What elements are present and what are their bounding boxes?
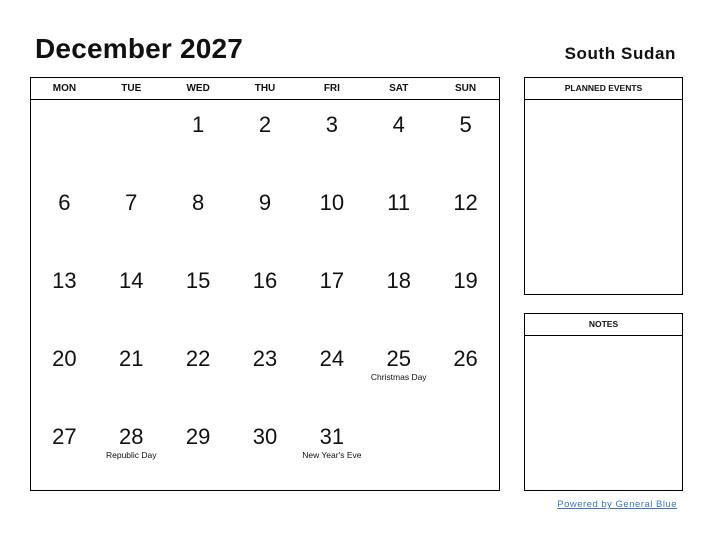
day-number: 21 — [119, 346, 144, 371]
weekday-wed: WED — [186, 83, 210, 94]
day-cell: 12 — [432, 178, 499, 256]
day-number: 25 — [386, 346, 411, 371]
day-number: 12 — [453, 190, 478, 215]
planned-events-heading: PLANNED EVENTS — [525, 78, 682, 100]
day-cell: 25 Christmas Day — [365, 334, 432, 412]
planned-events-panel: PLANNED EVENTS — [524, 77, 683, 295]
day-cell: 8 — [165, 178, 232, 256]
day-number: 1 — [192, 112, 205, 137]
day-number: 26 — [453, 346, 478, 371]
day-cell: 29 — [165, 412, 232, 490]
day-cell: 28 Republic Day — [98, 412, 165, 490]
day-number: 2 — [258, 112, 272, 137]
day-number: 8 — [192, 190, 205, 215]
day-number: 18 — [386, 268, 411, 293]
weekday-mon: MON — [52, 83, 77, 94]
day-number: 15 — [185, 268, 211, 293]
day-number: 16 — [252, 268, 278, 293]
day-number: 28 — [119, 424, 144, 449]
notes-heading: NOTES — [525, 314, 682, 336]
weekday-tue: TUE — [121, 83, 142, 94]
day-cell: 31 New Year's Eve — [298, 412, 365, 490]
day-number: 6 — [58, 190, 71, 215]
day-cell: 19 — [432, 256, 499, 334]
day-cell: 11 — [365, 178, 432, 256]
day-number: 19 — [453, 268, 478, 293]
holiday-label: New Year's Eve — [302, 450, 362, 460]
weekday-sat: SAT — [389, 83, 409, 94]
day-number: 20 — [52, 346, 77, 371]
day-cell: 6 — [31, 178, 98, 256]
day-cell: 7 — [98, 178, 165, 256]
day-number: 14 — [119, 268, 144, 293]
day-number: 24 — [319, 346, 345, 371]
day-number: 27 — [52, 424, 77, 449]
notes-panel: NOTES — [524, 313, 683, 491]
day-cell — [432, 412, 499, 490]
day-cell: 20 — [31, 334, 98, 412]
calendar-grid: MON TUE WED THU FRI SAT SUN 1 2 3 4 5 6 7 8 9 10 1… — [30, 77, 500, 491]
holiday-label: Christmas Day — [370, 372, 427, 382]
weekday-header: MON TUE WED THU FRI SAT SUN — [31, 78, 499, 100]
page-title: December 2027 — [35, 33, 244, 64]
day-number: 11 — [387, 190, 411, 215]
day-cell — [365, 412, 432, 490]
day-number: 31 — [319, 424, 345, 449]
day-grid: 1 2 3 4 5 6 7 8 9 10 11 12 13 14 15 16 17 18 19 20 21 22 23 24 2… — [31, 100, 499, 490]
day-number: 13 — [52, 268, 77, 293]
day-cell: 9 — [232, 178, 299, 256]
day-cell: 3 — [298, 100, 365, 178]
day-cell: 10 — [298, 178, 365, 256]
day-number: 29 — [185, 424, 211, 449]
day-cell: 30 — [232, 412, 299, 490]
day-cell — [31, 100, 98, 178]
day-cell: 24 — [298, 334, 365, 412]
day-cell: 22 — [165, 334, 232, 412]
day-cell: 5 — [432, 100, 499, 178]
holiday-label: Republic Day — [105, 450, 157, 460]
day-cell: 17 — [298, 256, 365, 334]
day-number: 7 — [125, 190, 138, 215]
weekday-thu: THU — [254, 83, 276, 94]
day-cell: 16 — [232, 256, 299, 334]
day-cell — [98, 100, 165, 178]
country-label: South Sudan — [564, 44, 676, 63]
powered-by-link[interactable]: Powered by General Blue — [557, 499, 677, 510]
day-number: 10 — [319, 190, 345, 215]
day-number: 4 — [392, 112, 405, 137]
day-number: 22 — [185, 346, 211, 371]
day-cell: 23 — [232, 334, 299, 412]
day-number: 9 — [258, 190, 272, 215]
day-cell: 14 — [98, 256, 165, 334]
day-cell: 4 — [365, 100, 432, 178]
day-cell: 21 — [98, 334, 165, 412]
day-number: 30 — [252, 424, 278, 449]
day-number: 23 — [252, 346, 278, 371]
day-number: 3 — [325, 112, 338, 137]
day-number: 5 — [459, 112, 472, 137]
day-cell: 2 — [232, 100, 299, 178]
day-cell: 15 — [165, 256, 232, 334]
weekday-sun: SUN — [455, 83, 477, 94]
day-cell: 1 — [165, 100, 232, 178]
day-cell: 26 — [432, 334, 499, 412]
day-cell: 27 — [31, 412, 98, 490]
day-number: 17 — [319, 268, 345, 293]
day-cell: 13 — [31, 256, 98, 334]
day-cell: 18 — [365, 256, 432, 334]
weekday-fri: FRI — [323, 83, 340, 94]
